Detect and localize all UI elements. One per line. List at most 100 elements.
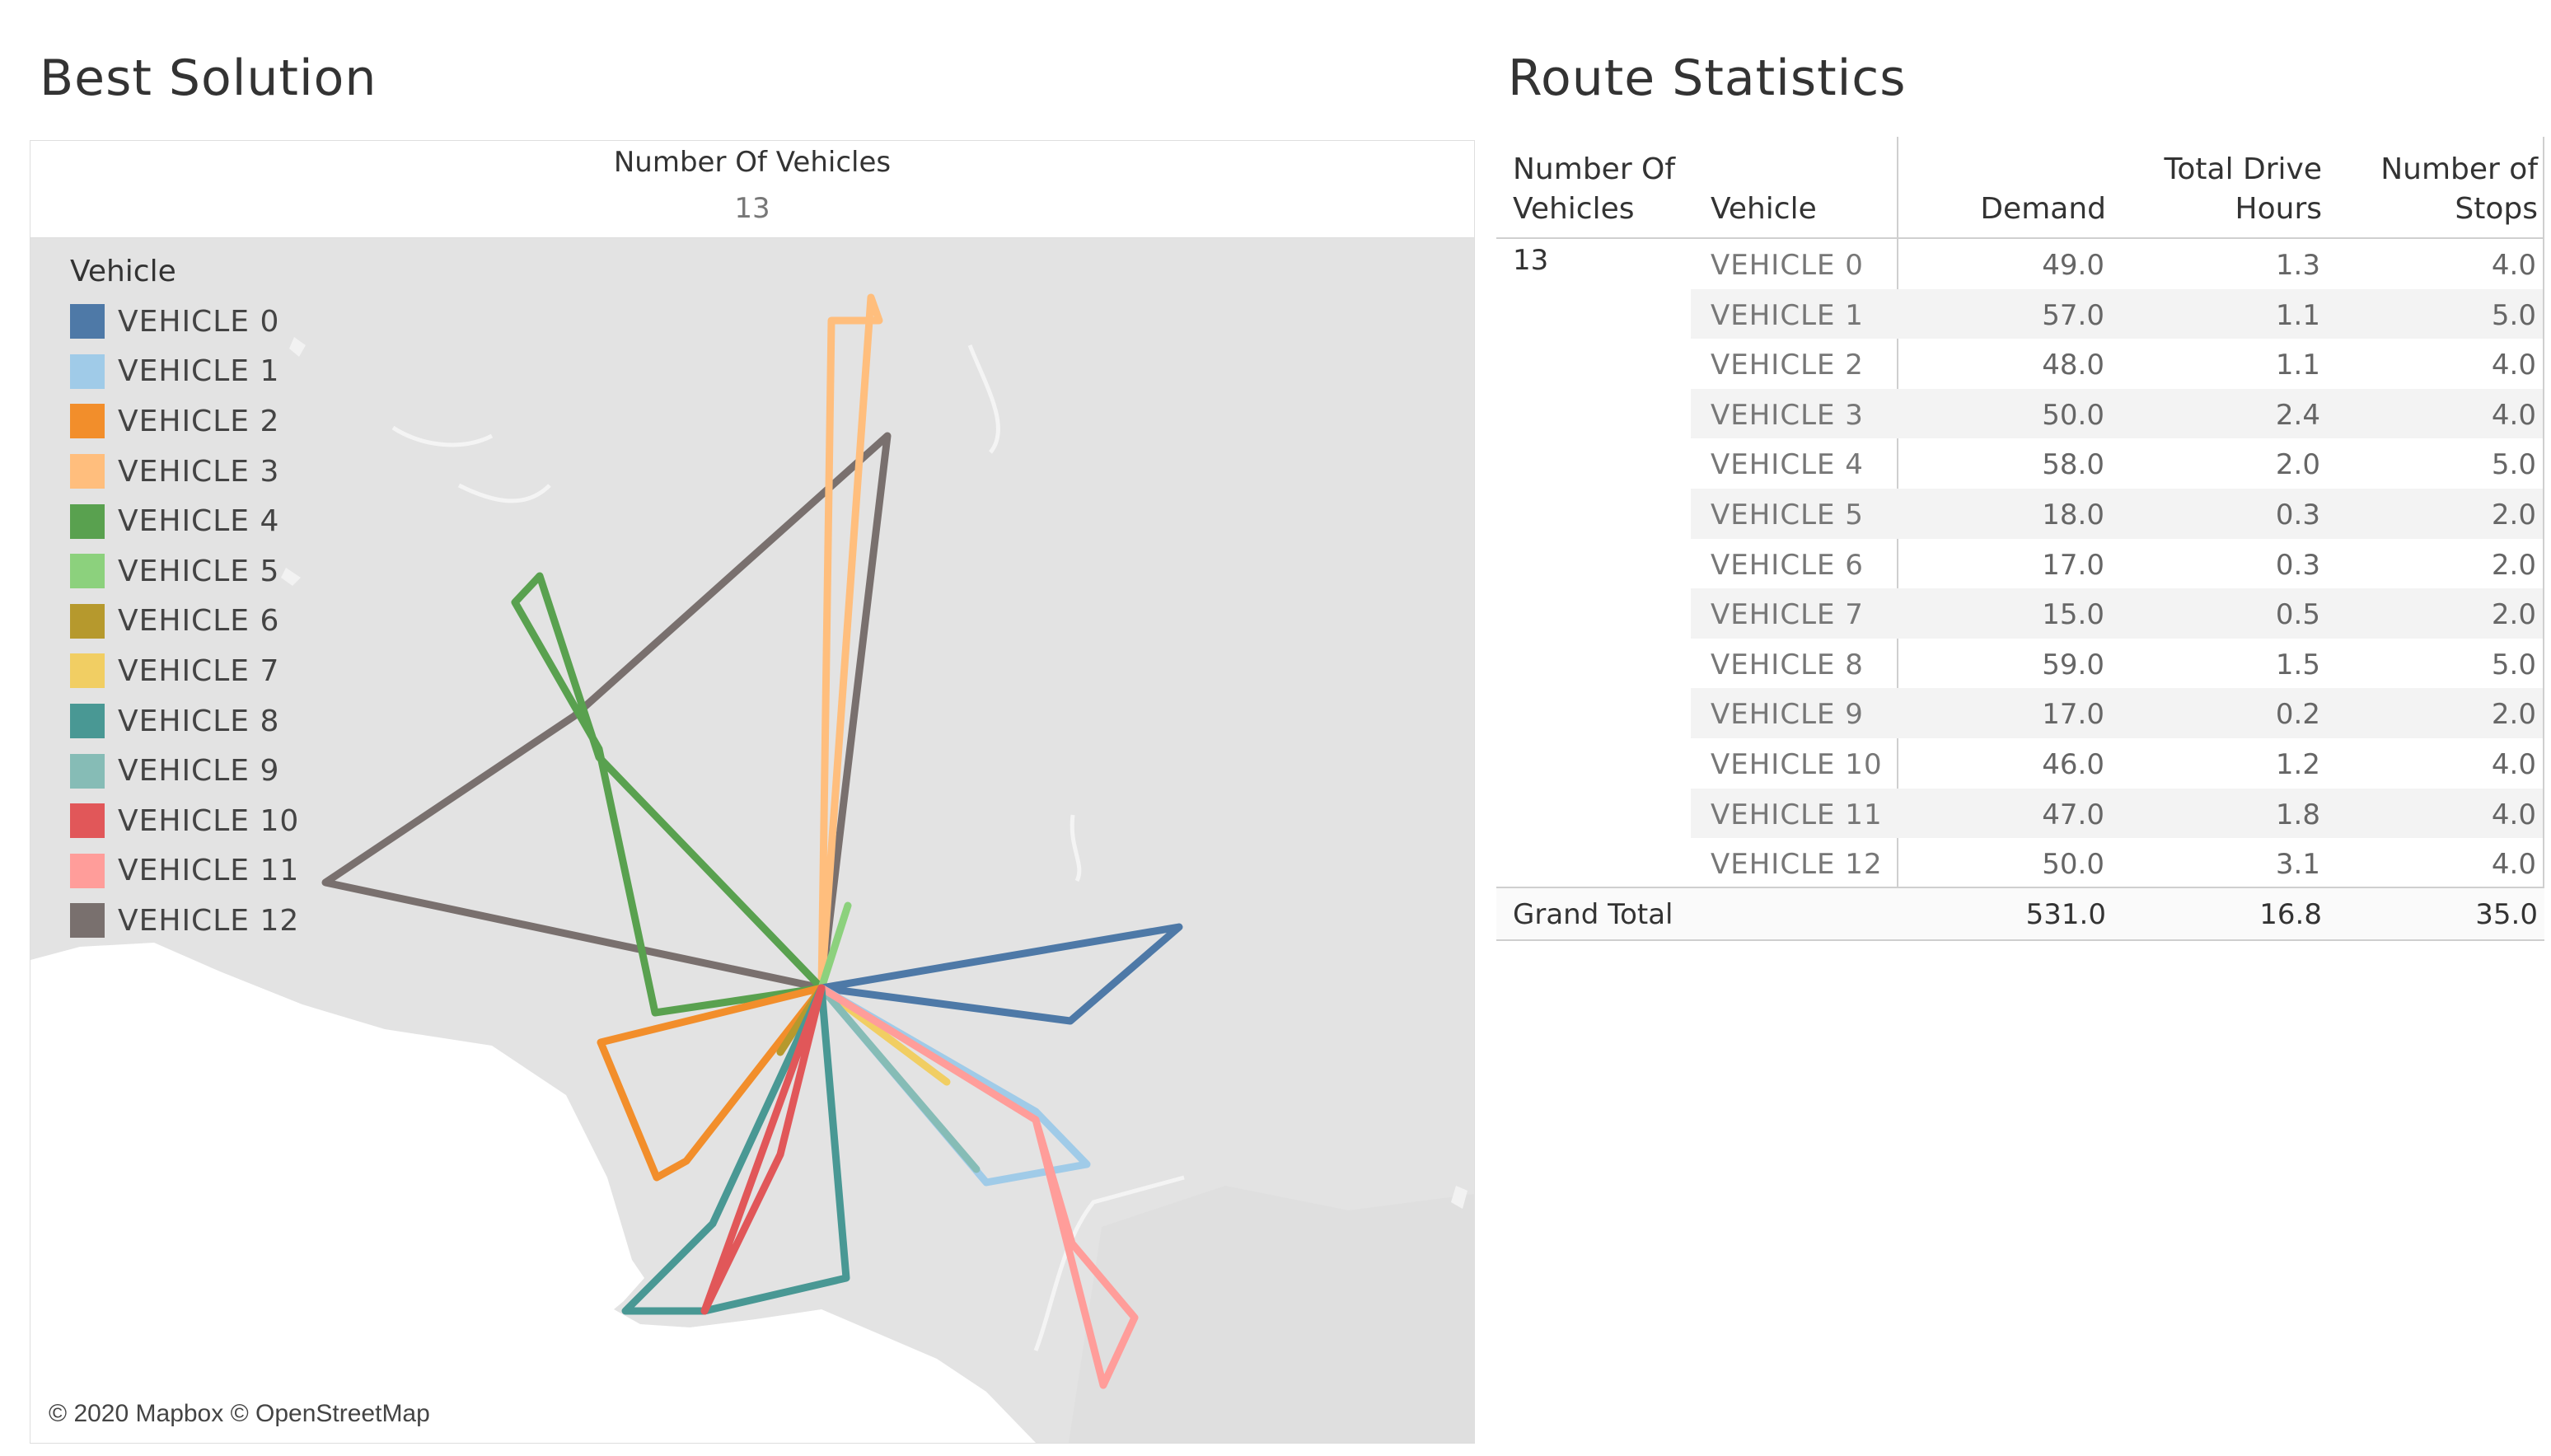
hours-cell: 1.5 [2275, 648, 2320, 681]
grand-total-hours: 16.8 [2259, 898, 2322, 931]
legend-swatch [70, 503, 105, 539]
route-statistics-table: Number Of Vehicles Vehicle Demand Total D… [1496, 137, 2544, 941]
table-row[interactable]: VEHICLE 0 49.0 1.3 4.0 [1691, 239, 2543, 289]
kpi-value[interactable]: 13 [30, 192, 1474, 225]
header-total-drive-hours[interactable]: Total Drive Hours [2165, 150, 2323, 229]
legend-label: VEHICLE 5 [118, 554, 280, 588]
legend-item[interactable]: VEHICLE 3 [70, 447, 299, 497]
grand-total-row[interactable]: Grand Total 531.0 16.8 35.0 [1496, 887, 2544, 941]
vehicle-count-kpi: Number Of Vehicles 13 [30, 140, 1475, 238]
demand-cell: 50.0 [2042, 848, 2104, 882]
vehicle-cell: VEHICLE 11 [1711, 798, 1883, 831]
vehicle-cell: VEHICLE 9 [1711, 698, 1864, 732]
legend-swatch [70, 554, 105, 589]
table-row[interactable]: VEHICLE 4 58.0 2.0 5.0 [1691, 438, 2543, 489]
table-body: VEHICLE 0 49.0 1.3 4.0 VEHICLE 1 57.0 1.1 5.0 VE… [1691, 239, 2543, 888]
demand-cell: 46.0 [2042, 747, 2104, 781]
legend-item[interactable]: VEHICLE 12 [70, 896, 299, 946]
legend-item[interactable]: VEHICLE 8 [70, 696, 299, 747]
hours-cell: 2.0 [2275, 448, 2320, 482]
legend-title: Vehicle [70, 255, 176, 288]
legend-item[interactable]: VEHICLE 11 [70, 846, 299, 897]
route-vehicle-12[interactable] [321, 432, 892, 992]
legend-item[interactable]: VEHICLE 7 [70, 646, 299, 696]
stops-cell: 5.0 [2491, 298, 2536, 332]
hours-cell: 1.2 [2275, 747, 2320, 781]
route-vehicle-4[interactable] [511, 572, 826, 1017]
vehicle-cell: VEHICLE 3 [1711, 398, 1864, 432]
legend-label: VEHICLE 3 [118, 454, 280, 489]
legend-label: VEHICLE 8 [118, 704, 280, 738]
stops-cell: 2.0 [2491, 598, 2536, 632]
table-row[interactable]: VEHICLE 6 17.0 0.3 2.0 [1691, 539, 2543, 589]
vehicle-cell: VEHICLE 12 [1711, 848, 1883, 882]
hours-cell: 0.3 [2275, 498, 2320, 531]
legend-label: VEHICLE 1 [118, 354, 280, 389]
stops-cell: 4.0 [2491, 349, 2536, 382]
kpi-label: Number Of Vehicles [613, 146, 892, 179]
table-row[interactable]: VEHICLE 5 18.0 0.3 2.0 [1691, 488, 2543, 539]
vehicle-cell: VEHICLE 2 [1711, 349, 1864, 382]
vehicle-cell: VEHICLE 5 [1711, 498, 1864, 531]
table-row[interactable]: VEHICLE 12 50.0 3.1 4.0 [1691, 838, 2543, 888]
route-vehicle-9[interactable] [817, 984, 981, 1173]
route-vehicle-0[interactable] [817, 923, 1183, 1025]
vehicle-legend[interactable]: Vehicle VEHICLE 0 VEHICLE 1 VEHICLE 2 VEHIC… [70, 255, 299, 946]
header-vehicle[interactable]: Vehicle [1711, 190, 1817, 229]
legend-item[interactable]: VEHICLE 4 [70, 496, 299, 546]
map-attribution[interactable]: © 2020 Mapbox © OpenStreetMap [49, 1400, 430, 1428]
legend-swatch [70, 704, 105, 739]
legend-item[interactable]: VEHICLE 1 [70, 347, 299, 397]
table-row[interactable]: VEHICLE 3 50.0 2.4 4.0 [1691, 388, 2543, 439]
vehicle-cell: VEHICLE 6 [1711, 548, 1864, 582]
legend-item[interactable]: VEHICLE 10 [70, 796, 299, 846]
header-number-of-stops[interactable]: Number of Stops [2380, 150, 2538, 229]
number-of-vehicles-value[interactable]: 13 [1513, 244, 1548, 277]
header-number-of-vehicles[interactable]: Number Of Vehicles [1513, 150, 1675, 229]
table-row[interactable]: VEHICLE 11 47.0 1.8 4.0 [1691, 788, 2543, 839]
hours-cell: 1.1 [2275, 349, 2320, 382]
table-row[interactable]: VEHICLE 7 15.0 0.5 2.0 [1691, 588, 2543, 639]
table-right-border [2543, 137, 2544, 939]
legend-item[interactable]: VEHICLE 6 [70, 597, 299, 647]
route-map[interactable]: Vehicle VEHICLE 0 VEHICLE 1 VEHICLE 2 VEHIC… [30, 237, 1475, 1444]
legend-label: VEHICLE 9 [118, 754, 280, 789]
legend-item[interactable]: VEHICLE 2 [70, 396, 299, 447]
route-vehicle-3[interactable] [817, 293, 883, 992]
table-row[interactable]: VEHICLE 10 46.0 1.2 4.0 [1691, 738, 2543, 789]
legend-swatch [70, 304, 105, 339]
stops-cell: 2.0 [2491, 698, 2536, 732]
demand-cell: 17.0 [2042, 548, 2104, 582]
stops-cell: 4.0 [2491, 747, 2536, 781]
vehicle-cell: VEHICLE 4 [1711, 448, 1864, 482]
header-demand[interactable]: Demand [1980, 190, 2106, 229]
demand-cell: 57.0 [2042, 298, 2104, 332]
legend-swatch [70, 454, 105, 489]
stops-cell: 4.0 [2491, 798, 2536, 831]
table-row[interactable]: VEHICLE 1 57.0 1.1 5.0 [1691, 288, 2543, 339]
route-statistics-title: Route Statistics [1508, 49, 1907, 107]
stops-cell: 2.0 [2491, 498, 2536, 531]
legend-swatch [70, 753, 105, 789]
legend-item[interactable]: VEHICLE 0 [70, 297, 299, 347]
table-row[interactable]: VEHICLE 8 59.0 1.5 5.0 [1691, 639, 2543, 689]
route-vehicle-10[interactable] [700, 984, 826, 1315]
legend-item[interactable]: VEHICLE 5 [70, 546, 299, 597]
legend-swatch [70, 353, 105, 389]
vehicle-cell: VEHICLE 10 [1711, 747, 1883, 781]
hours-cell: 0.3 [2275, 548, 2320, 582]
hours-cell: 0.2 [2275, 698, 2320, 732]
legend-swatch [70, 853, 105, 888]
table-row[interactable]: VEHICLE 2 48.0 1.1 4.0 [1691, 339, 2543, 389]
stops-cell: 4.0 [2491, 398, 2536, 432]
grand-total-stops: 35.0 [2475, 898, 2538, 931]
vehicle-cell: VEHICLE 7 [1711, 598, 1864, 632]
table-row[interactable]: VEHICLE 9 17.0 0.2 2.0 [1691, 688, 2543, 738]
legend-label: VEHICLE 11 [118, 854, 300, 888]
hours-cell: 1.1 [2275, 298, 2320, 332]
hours-cell: 3.1 [2275, 848, 2320, 882]
legend-item[interactable]: VEHICLE 9 [70, 746, 299, 796]
stops-cell: 4.0 [2491, 848, 2536, 882]
hours-cell: 2.4 [2275, 398, 2320, 432]
table-header: Number Of Vehicles Vehicle Demand Total D… [1496, 137, 2544, 239]
